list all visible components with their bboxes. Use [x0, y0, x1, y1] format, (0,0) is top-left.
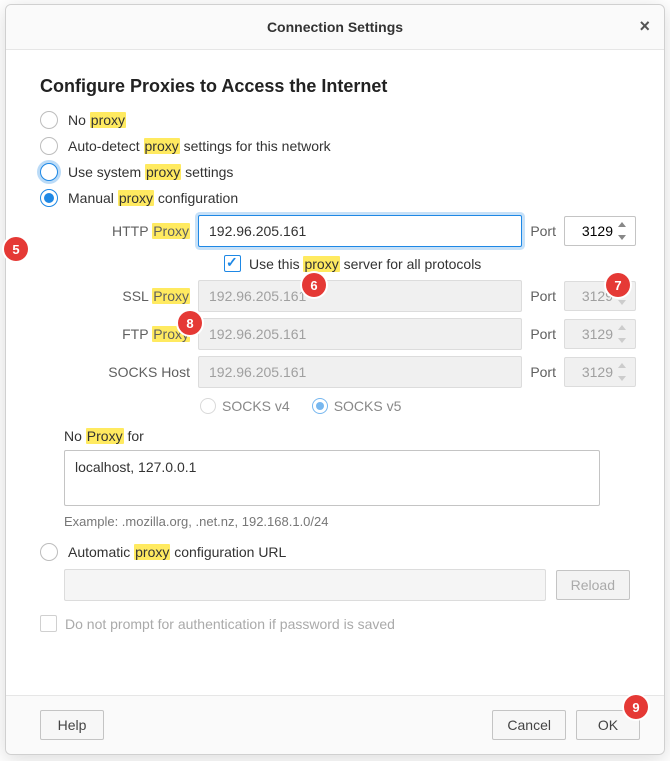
radio-socks-v5 [312, 398, 328, 414]
ftp-port-label: Port [530, 326, 556, 342]
close-icon[interactable]: × [639, 17, 650, 35]
socks-port-label: Port [530, 364, 556, 380]
no-proxy-list-input[interactable]: localhost, 127.0.0.1 [64, 450, 600, 506]
radio-auto-config-url[interactable] [40, 543, 58, 561]
radio-auto-config-label: Automatic proxy configuration URL [68, 544, 286, 560]
annotation-marker-8: 8 [178, 311, 202, 335]
http-proxy-input[interactable] [198, 215, 522, 247]
socks-port-stepper [616, 360, 630, 384]
radio-autodetect-proxy[interactable] [40, 137, 58, 155]
checkbox-no-auth-prompt[interactable] [40, 615, 57, 632]
radio-manual-label: Manual proxy configuration [68, 190, 238, 206]
radio-system-label: Use system proxy settings [68, 164, 233, 180]
http-port-stepper[interactable] [616, 219, 630, 243]
checkbox-no-auth-prompt-label: Do not prompt for authentication if pass… [65, 616, 395, 632]
socks-host-input [198, 356, 522, 388]
dialog-titlebar: Connection Settings × [6, 5, 664, 50]
socks-host-label: SOCKS Host [40, 364, 198, 380]
no-proxy-for-label: No Proxy for [64, 428, 630, 444]
radio-no-proxy-label: No proxy [68, 112, 126, 128]
radio-manual-proxy[interactable] [40, 189, 58, 207]
ssl-port-label: Port [530, 288, 556, 304]
radio-socks-v4 [200, 398, 216, 414]
reload-button: Reload [556, 570, 630, 600]
ftp-port-stepper [616, 322, 630, 346]
help-button[interactable]: Help [40, 710, 104, 740]
dialog-scroll-area[interactable]: Configure Proxies to Access the Internet… [6, 50, 664, 695]
auto-config-url-input [64, 569, 546, 601]
http-proxy-label: HTTP Proxy [40, 223, 198, 239]
http-port-label: Port [530, 223, 556, 239]
annotation-marker-6: 6 [302, 273, 326, 297]
annotation-marker-5: 5 [4, 237, 28, 261]
ssl-proxy-input [198, 280, 522, 312]
radio-no-proxy[interactable] [40, 111, 58, 129]
checkbox-use-proxy-all[interactable] [224, 255, 241, 272]
connection-settings-dialog: 5 6 7 8 9 Connection Settings × Configur… [5, 4, 665, 755]
ssl-proxy-label: SSL Proxy [40, 288, 198, 304]
annotation-marker-7: 7 [606, 273, 630, 297]
dialog-title: Connection Settings [267, 19, 403, 35]
section-heading: Configure Proxies to Access the Internet [40, 76, 630, 97]
checkbox-use-proxy-all-label: Use this proxy server for all protocols [249, 256, 481, 272]
radio-socks-v5-label: SOCKS v5 [334, 398, 402, 414]
cancel-button[interactable]: Cancel [492, 710, 566, 740]
ftp-proxy-input [198, 318, 522, 350]
radio-socks-v4-label: SOCKS v4 [222, 398, 290, 414]
radio-autodetect-label: Auto-detect proxy settings for this netw… [68, 138, 331, 154]
radio-system-proxy[interactable] [40, 163, 58, 181]
ftp-proxy-label: FTP Proxy [40, 326, 198, 342]
no-proxy-example: Example: .mozilla.org, .net.nz, 192.168.… [64, 514, 630, 529]
annotation-marker-9: 9 [624, 695, 648, 719]
dialog-footer: Help Cancel OK [6, 695, 664, 754]
